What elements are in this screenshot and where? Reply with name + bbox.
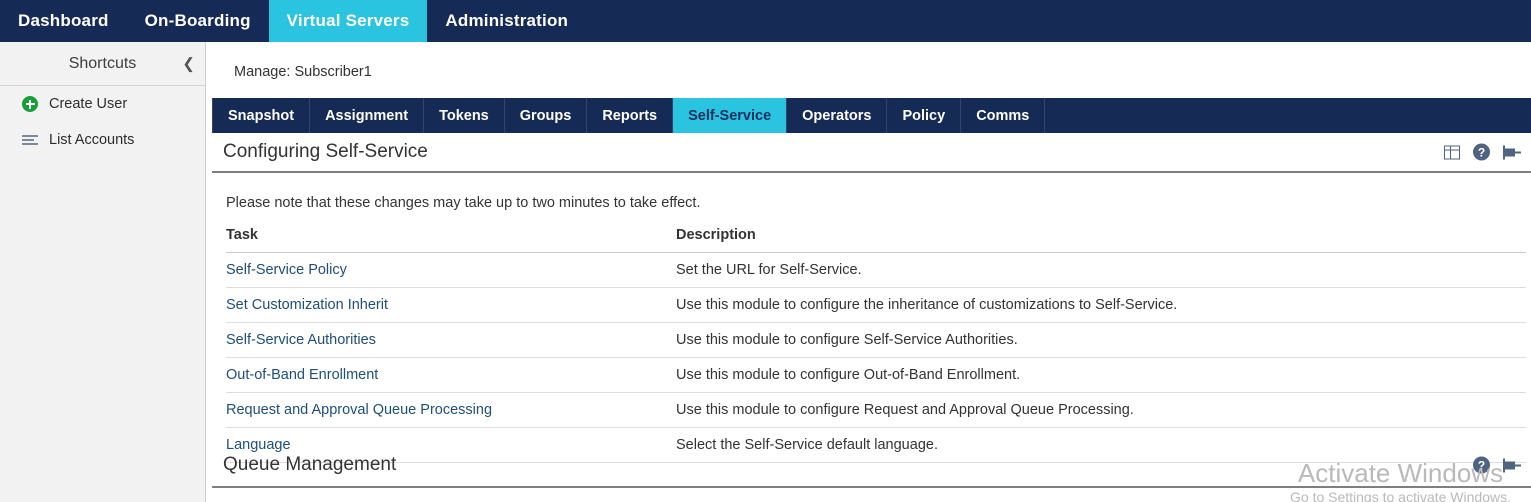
topnav-item-virtual-servers[interactable]: Virtual Servers <box>269 0 428 42</box>
tab-comms[interactable]: Comms <box>961 98 1045 133</box>
chevron-left-icon[interactable]: ❮ <box>182 56 195 71</box>
tab-groups[interactable]: Groups <box>505 98 588 133</box>
tasks-table: Task Description Self-Service Policy Set… <box>226 227 1526 463</box>
watermark-line-2: Go to Settings to activate Windows. <box>1290 488 1511 502</box>
table-row: Set Customization Inherit Use this modul… <box>226 288 1526 323</box>
table-row: Request and Approval Queue Processing Us… <box>226 393 1526 428</box>
tab-tokens[interactable]: Tokens <box>424 98 505 133</box>
sidebar-title: Shortcuts <box>69 55 137 73</box>
app-root: Dashboard On-Boarding Virtual Servers Ad… <box>0 0 1531 502</box>
pin-icon[interactable] <box>1503 457 1521 473</box>
panel-header-icons: ? <box>1473 457 1521 474</box>
help-icon[interactable]: ? <box>1473 144 1490 161</box>
sidebar-item-create-user[interactable]: Create User <box>0 86 205 122</box>
tab-reports[interactable]: Reports <box>587 98 673 133</box>
plus-circle-icon <box>22 96 38 112</box>
table-row: Self-Service Policy Set the URL for Self… <box>226 253 1526 288</box>
page-title: Configuring Self-Service <box>212 141 428 163</box>
panel-header: Queue Management ? <box>212 444 1531 488</box>
main-content: Manage: Subscriber1 Snapshot Assignment … <box>206 42 1531 502</box>
topnav-item-dashboard[interactable]: Dashboard <box>0 0 127 42</box>
task-link-out-of-band-enrollment[interactable]: Out-of-Band Enrollment <box>226 367 378 383</box>
tab-self-service[interactable]: Self-Service <box>673 98 787 133</box>
sidebar-item-label: List Accounts <box>49 132 134 148</box>
task-description: Use this module to configure Out-of-Band… <box>676 358 1526 393</box>
grid-icon[interactable] <box>1444 145 1460 159</box>
task-description: Set the URL for Self-Service. <box>676 253 1526 288</box>
tab-policy[interactable]: Policy <box>887 98 961 133</box>
self-service-panel: Configuring Self-Service ? Please note t… <box>212 133 1531 463</box>
list-icon <box>22 134 38 147</box>
panel-note: Please note that these changes may take … <box>212 173 1531 211</box>
column-header-description: Description <box>676 227 1526 253</box>
top-navigation-bar: Dashboard On-Boarding Virtual Servers Ad… <box>0 0 1531 42</box>
task-link-self-service-policy[interactable]: Self-Service Policy <box>226 262 347 278</box>
topnav-item-administration[interactable]: Administration <box>427 0 586 42</box>
tab-strip: Snapshot Assignment Tokens Groups Report… <box>212 98 1531 133</box>
task-description: Use this module to configure Self-Servic… <box>676 323 1526 358</box>
topnav-item-on-boarding[interactable]: On-Boarding <box>127 0 269 42</box>
help-icon[interactable]: ? <box>1473 457 1490 474</box>
pin-icon[interactable] <box>1503 144 1521 160</box>
tab-strip-filler <box>1045 98 1531 133</box>
task-description: Use this module to configure Request and… <box>676 393 1526 428</box>
sidebar: Shortcuts ❮ Create User List Accounts <box>0 42 206 502</box>
table-header-row: Task Description <box>226 227 1526 253</box>
sidebar-header: Shortcuts ❮ <box>0 42 205 86</box>
panel-header-icons: ? <box>1444 144 1521 161</box>
manage-subscriber-label: Manage: Subscriber1 <box>206 42 1531 80</box>
table-row: Self-Service Authorities Use this module… <box>226 323 1526 358</box>
queue-management-panel: Queue Management ? <box>212 444 1531 488</box>
tab-assignment[interactable]: Assignment <box>310 98 424 133</box>
column-header-task: Task <box>226 227 676 253</box>
task-description: Use this module to configure the inherit… <box>676 288 1526 323</box>
table-row: Out-of-Band Enrollment Use this module t… <box>226 358 1526 393</box>
task-link-set-customization-inherit[interactable]: Set Customization Inherit <box>226 297 388 313</box>
sidebar-item-label: Create User <box>49 96 127 112</box>
tab-operators[interactable]: Operators <box>787 98 887 133</box>
task-link-request-and-approval-queue-processing[interactable]: Request and Approval Queue Processing <box>226 402 492 418</box>
task-link-self-service-authorities[interactable]: Self-Service Authorities <box>226 332 376 348</box>
tab-snapshot[interactable]: Snapshot <box>212 98 310 133</box>
queue-management-title: Queue Management <box>212 454 396 476</box>
panel-header: Configuring Self-Service ? <box>212 133 1531 173</box>
sidebar-item-list-accounts[interactable]: List Accounts <box>0 122 205 158</box>
